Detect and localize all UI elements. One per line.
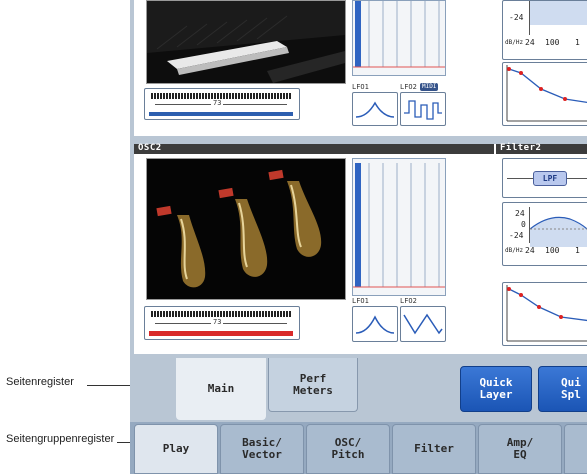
group-tab-amp-eq[interactable]: Amp/ EQ	[478, 424, 562, 474]
tab-main[interactable]: Main	[176, 358, 266, 420]
osc2-lfo1-box[interactable]	[352, 306, 398, 342]
filter1-envelope-box[interactable]	[502, 62, 587, 126]
filter2-eq-curve	[530, 216, 587, 247]
osc1-level-meters	[352, 0, 446, 76]
lfo1-waveform-icon	[355, 101, 395, 118]
group-tab-play-label: Play	[162, 442, 190, 455]
filter1-eq-freq-100: 100	[545, 38, 560, 47]
filter2-type-badge[interactable]: LPF	[533, 171, 567, 186]
osc1-key-zone[interactable]: 73	[144, 88, 300, 120]
group-tab-next[interactable]	[564, 424, 587, 474]
piano-pedals-image	[147, 159, 345, 299]
filter1-eq-box[interactable]: -24 dB/Hz 24 100 1	[502, 0, 587, 60]
filter1-eq-fill	[530, 1, 587, 25]
lfo2-stepped-waveform-icon	[404, 100, 442, 120]
osc2-level-meters	[352, 158, 446, 296]
group-tab-play[interactable]: Play	[134, 424, 218, 474]
page-tabs-callout-label: Seitenregister	[6, 376, 74, 388]
filter2-eq-tick-mid: 0	[521, 220, 526, 229]
osc1-key-bar	[149, 112, 293, 116]
filter2-eq-freq-1: 1	[575, 246, 580, 255]
filter2-envelope-graph	[506, 285, 587, 342]
osc1-key-value: 73	[211, 99, 224, 107]
osc2-header-bar: OSC2 Filter2	[134, 143, 587, 154]
osc2-sample-photo	[146, 158, 346, 300]
filter1-eq-tick-low: -24	[509, 13, 524, 22]
osc2-lfo2-label: LFO2	[400, 297, 417, 305]
piano-keyboard-image	[147, 1, 345, 83]
tab-perf-meters[interactable]: Perf Meters	[268, 358, 358, 412]
osc1-meter-graph	[353, 1, 445, 68]
filter2-eq-freq-24: 24	[525, 246, 535, 255]
quick-layer-button[interactable]: Quick Layer	[460, 366, 532, 412]
tab-main-label: Main	[207, 381, 235, 395]
group-tab-osc-pitch[interactable]: OSC/ Pitch	[306, 424, 390, 474]
filter2-eq-unit: dB/Hz	[505, 247, 524, 254]
screen: 73 LFO1 LFO2 MIDI -24 dB/Hz 24 100 1 OSC…	[130, 0, 587, 474]
filter1-envelope-graph	[506, 65, 587, 122]
page-group-tabs-callout-label: Seitengruppenregister	[6, 433, 115, 445]
header-divider	[494, 144, 496, 154]
osc1-lfo2-label: LFO2	[400, 83, 417, 91]
osc1-lfo1-box[interactable]	[352, 92, 398, 126]
filter2-envelope-box[interactable]	[502, 282, 587, 346]
osc1-sample-photo	[146, 0, 346, 84]
filter1-eq-freq-1: 1	[575, 38, 580, 47]
filter1-eq-unit: dB/Hz	[505, 39, 524, 46]
tab-perf-meters-line2: Meters	[293, 383, 333, 397]
osc2-mini-keyboard	[151, 311, 291, 317]
filter2-eq-freq-100: 100	[545, 246, 560, 255]
filter1-eq-freq-24: 24	[525, 38, 535, 47]
osc1-lfo2-box[interactable]	[400, 92, 446, 126]
filter2-eq-tick-low: -24	[509, 231, 524, 240]
osc1-lfo2-midi-badge: MIDI	[420, 83, 439, 91]
osc2-lfo1-label: LFO1	[352, 297, 369, 305]
filter2-eq-box[interactable]: 24 0 -24 dB/Hz 24 100 1	[502, 202, 587, 266]
quick-split-line2: Spl	[561, 388, 581, 401]
group-tab-amp-line2: EQ	[513, 448, 527, 461]
filter2-eq-tick-high: 24	[515, 209, 525, 218]
group-tab-filter-label: Filter	[414, 442, 454, 455]
group-tab-basic-line2: Vector	[242, 448, 282, 461]
osc2-header: OSC2	[138, 143, 162, 153]
filter2-type-box[interactable]: LPF	[502, 158, 587, 198]
lfo2-triangle-waveform-icon	[403, 313, 443, 335]
osc2-key-bar	[149, 331, 293, 336]
page-tab-row: Main Perf Meters Quick Layer Qui Spl	[130, 358, 587, 422]
quick-split-button[interactable]: Qui Spl	[538, 366, 587, 412]
group-tab-filter[interactable]: Filter	[392, 424, 476, 474]
page-group-tab-row: Play Basic/ Vector OSC/ Pitch Filter Amp…	[130, 422, 587, 474]
group-tab-osc-line2: Pitch	[331, 448, 365, 461]
lfo1-waveform-icon	[355, 315, 395, 334]
quick-layer-line2: Layer	[479, 388, 513, 401]
osc2-meter-graph	[353, 163, 445, 288]
osc1-lfo1-label: LFO1	[352, 83, 369, 91]
filter2-header: Filter2	[500, 143, 542, 153]
osc2-key-zone[interactable]: 73	[144, 306, 300, 340]
group-tab-basic-vector[interactable]: Basic/ Vector	[220, 424, 304, 474]
osc2-lfo2-box[interactable]	[400, 306, 446, 342]
tab-perf-meters-line1: Perf	[299, 371, 327, 385]
osc2-key-value: 73	[211, 318, 224, 326]
